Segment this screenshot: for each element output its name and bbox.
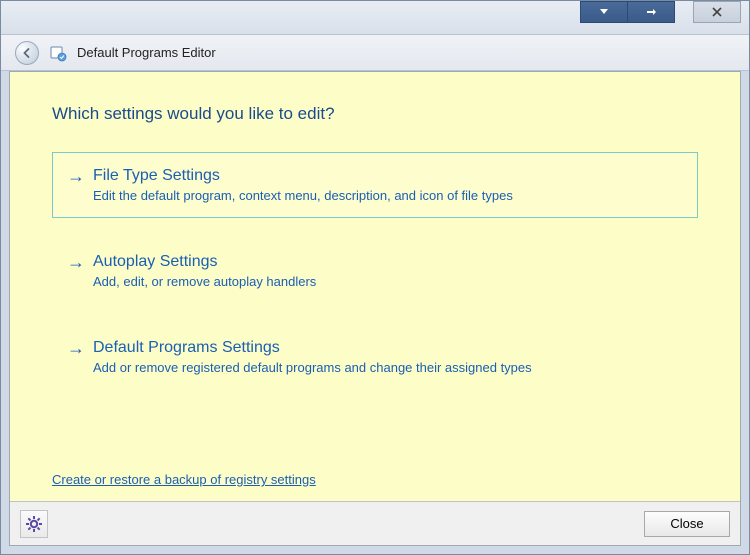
breadcrumb: Default Programs Editor [77, 45, 216, 60]
arrow-right-icon: → [67, 337, 85, 359]
gear-icon [25, 515, 43, 533]
option-description: Add, edit, or remove autoplay handlers [93, 274, 316, 289]
option-title: File Type Settings [93, 165, 513, 187]
back-button[interactable] [15, 41, 39, 65]
close-button[interactable]: Close [644, 511, 730, 537]
option-title: Autoplay Settings [93, 251, 316, 273]
option-file-type-settings[interactable]: → File Type Settings Edit the default pr… [52, 152, 698, 218]
titlebar [1, 1, 749, 35]
option-description: Edit the default program, context menu, … [93, 188, 513, 203]
arrow-right-icon: → [67, 251, 85, 273]
nav-header: Default Programs Editor [1, 35, 749, 71]
titlebar-pin-button[interactable] [627, 1, 675, 23]
option-description: Add or remove registered default program… [93, 360, 532, 375]
footer: Close [10, 501, 740, 545]
settings-button[interactable] [20, 510, 48, 538]
app-icon [49, 44, 67, 62]
arrow-right-icon: → [67, 165, 85, 187]
content-main: Which settings would you like to edit? →… [10, 72, 740, 501]
option-autoplay-settings[interactable]: → Autoplay Settings Add, edit, or remove… [52, 238, 698, 304]
titlebar-minimize-button[interactable] [580, 1, 628, 23]
backup-registry-link[interactable]: Create or restore a backup of registry s… [52, 472, 316, 487]
option-title: Default Programs Settings [93, 337, 532, 359]
page-heading: Which settings would you like to edit? [52, 104, 698, 124]
option-default-programs-settings[interactable]: → Default Programs Settings Add or remov… [52, 324, 698, 390]
titlebar-close-button[interactable] [693, 1, 741, 23]
content-wrapper: Which settings would you like to edit? →… [9, 71, 741, 546]
